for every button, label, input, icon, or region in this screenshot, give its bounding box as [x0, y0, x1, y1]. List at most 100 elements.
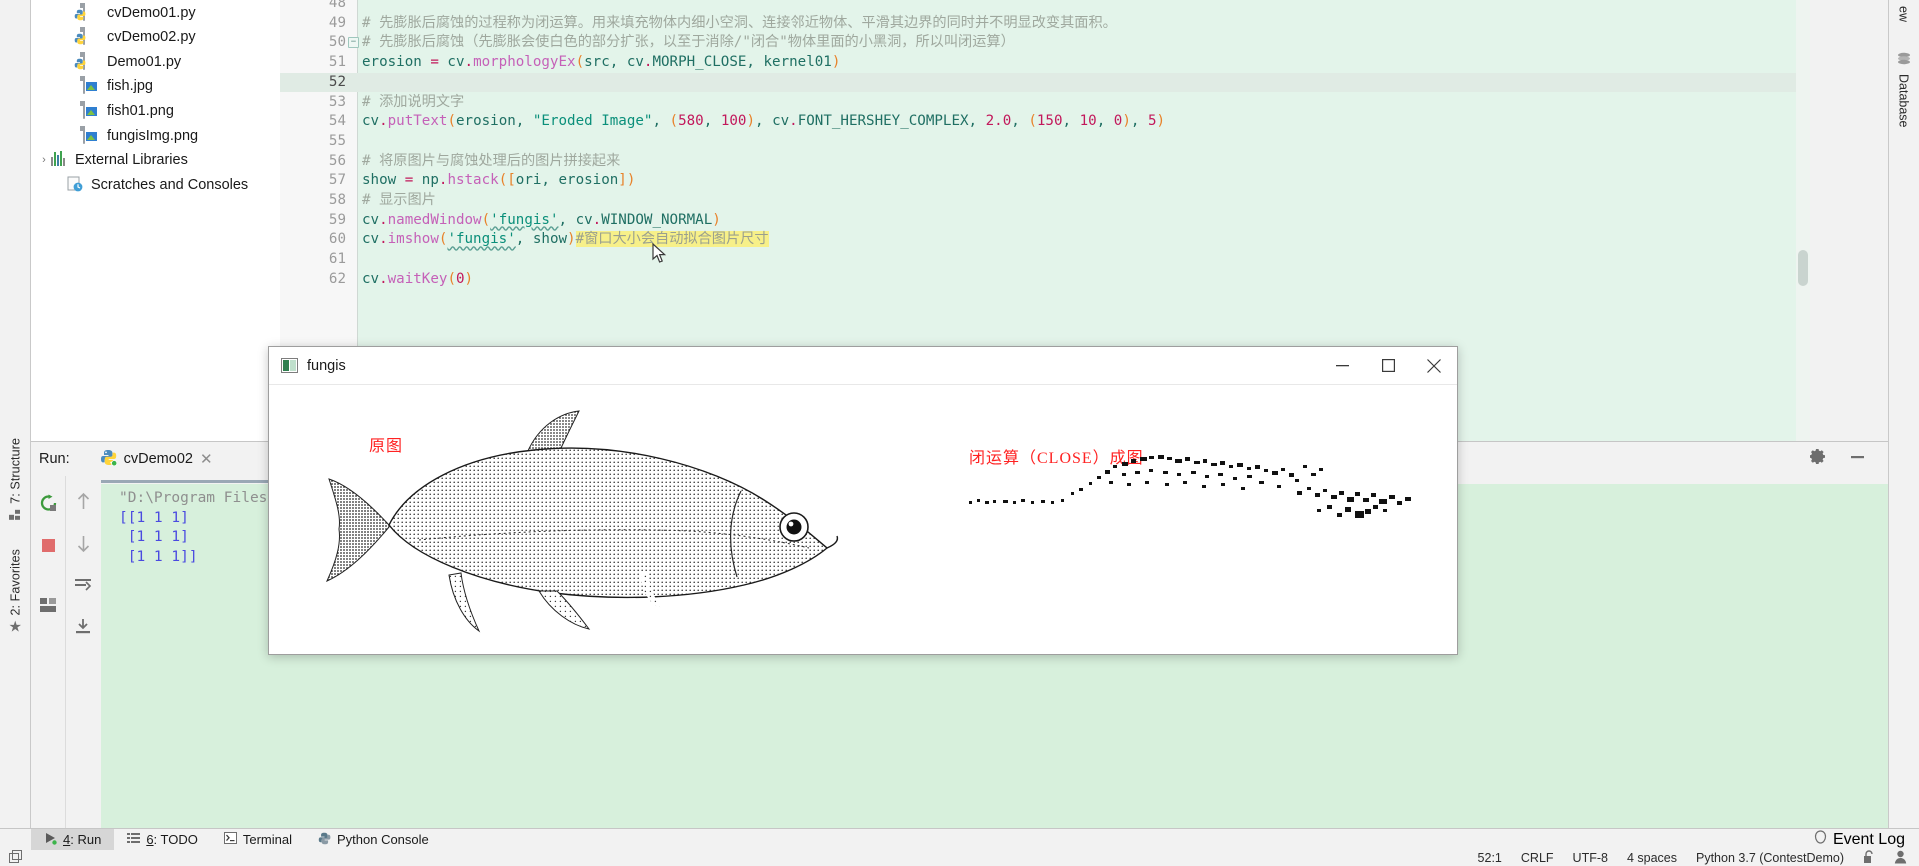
code-line[interactable]: 61	[280, 250, 1810, 270]
arrow-down-button[interactable]	[66, 526, 100, 560]
line-number: 49	[328, 14, 346, 31]
tree-item[interactable]: fish.jpg	[69, 74, 153, 99]
rerun-button[interactable]	[31, 486, 65, 520]
close-result-image	[969, 455, 1411, 518]
code-token: 10	[1079, 113, 1097, 130]
code-token: .	[592, 211, 602, 228]
code-line[interactable]: 62 cv.waitKey(0)	[280, 270, 1810, 290]
tool-window-python-console[interactable]: Python Console	[305, 829, 442, 851]
code-line[interactable]: 53 # 添加说明文字	[280, 93, 1810, 113]
code-token: # 先膨胀后腐蚀的过程称为闭运算。用来填充物体内细小空洞、连接邻近物体、平滑其边…	[362, 14, 1117, 31]
run-icon	[44, 832, 57, 848]
fungis-title-bar[interactable]: fungis	[269, 347, 1457, 385]
code-line[interactable]: 51 erosion = cv.morphologyEx(src, cv.MORP…	[280, 53, 1810, 73]
tool-window-run[interactable]: 4: Run	[31, 828, 115, 851]
ide-window: 7: Structure ★ 2: Favorites ew Database …	[0, 0, 1919, 866]
minimize-icon[interactable]	[1849, 448, 1866, 470]
tree-item[interactable]: Scratches and Consoles	[53, 172, 248, 197]
scratches-icon	[67, 176, 85, 194]
code-line[interactable]: 56 # 将原图片与腐蚀处理后的图片拼接起来	[280, 152, 1810, 172]
file-encoding[interactable]: UTF-8	[1573, 851, 1608, 865]
maximize-window-button[interactable]	[1365, 347, 1411, 385]
python-interpreter[interactable]: Python 3.7 (ContestDemo)	[1696, 851, 1844, 865]
tree-item[interactable]: cvDemo01.py	[69, 0, 196, 25]
tree-item[interactable]: cvDemo02.py	[69, 25, 196, 50]
library-icon	[51, 151, 69, 169]
editor-scrollbar-thumb[interactable]	[1798, 250, 1808, 286]
code-token: (	[447, 270, 456, 287]
project-tree-panel: cvDemo01.py cvDemo02.py Demo01.py fish.jp…	[31, 0, 280, 441]
code-line[interactable]: 60 cv.imshow('fungis', show)#窗口大小会自动拟合图片尺…	[280, 230, 1810, 250]
code-token: np	[413, 172, 439, 189]
code-fold-icon[interactable]: −	[348, 37, 359, 49]
code-line[interactable]: 58 # 显示图片	[280, 191, 1810, 211]
code-token: =	[404, 172, 414, 189]
sidebar-item-structure[interactable]: 7: Structure	[0, 434, 31, 529]
chevron-right-icon[interactable]: ›	[37, 154, 51, 166]
code-token: )	[746, 113, 755, 130]
run-tab-cvdemo02[interactable]: cvDemo02 ✕	[100, 449, 213, 470]
tree-item-label: fish.jpg	[107, 78, 153, 95]
mouse-cursor	[652, 242, 668, 270]
code-line[interactable]: 55	[280, 132, 1810, 152]
code-line[interactable]: 48	[280, 0, 1810, 14]
code-token: ,	[652, 113, 670, 130]
unlock-icon[interactable]	[1863, 849, 1875, 866]
code-line[interactable]: 54 cv.putText(erosion, "Eroded Image", (5…	[280, 112, 1810, 132]
minimize-window-button[interactable]	[1319, 347, 1365, 385]
code-token: show	[362, 172, 405, 189]
indent-setting[interactable]: 4 spaces	[1627, 851, 1677, 865]
sidebar-item-view[interactable]: ew	[1888, 2, 1919, 26]
tree-item-label: cvDemo02.py	[107, 29, 196, 46]
status-bar-icon[interactable]	[0, 849, 23, 866]
tree-item[interactable]: Demo01.py	[69, 49, 181, 74]
fungis-window[interactable]: fungis 原图 闭运算（CLOSE）成图	[268, 346, 1458, 655]
gear-icon[interactable]	[1810, 448, 1827, 470]
image-file-icon	[83, 125, 101, 145]
tree-item-label: External Libraries	[75, 152, 188, 169]
python-file-icon	[74, 2, 101, 22]
tree-item[interactable]: fish01.png	[69, 98, 174, 123]
line-number: 57	[328, 172, 346, 189]
code-token: .	[379, 211, 388, 228]
caret-position[interactable]: 52:1	[1478, 851, 1502, 865]
code-token: )	[712, 211, 721, 228]
line-separator[interactable]: CRLF	[1521, 851, 1554, 865]
status-bar: 52:1 CRLF UTF-8 4 spaces Python 3.7 (Con…	[0, 849, 1919, 866]
event-log-label: Event Log	[1832, 830, 1905, 848]
arrow-up-button[interactable]	[66, 484, 100, 518]
scroll-to-end-button[interactable]	[66, 610, 100, 644]
code-token: (	[1028, 113, 1037, 130]
tool-window-todo[interactable]: 6: TODO	[114, 829, 211, 851]
code-token: 100	[720, 113, 747, 130]
original-fish-image	[289, 405, 869, 654]
tree-item[interactable]: › External Libraries	[37, 148, 188, 173]
status-bar-right: 52:1 CRLF UTF-8 4 spaces Python 3.7 (Con…	[1478, 849, 1919, 866]
close-window-button[interactable]	[1411, 347, 1457, 385]
sidebar-item-structure-label: 7: Structure	[8, 438, 23, 504]
code-line[interactable]: 50− # 先膨胀后腐蚀（先膨胀会使白色的部分扩张，以至于消除/"闭合"物体里面的…	[280, 33, 1810, 53]
event-log-icon	[1814, 830, 1827, 849]
soft-wrap-button[interactable]	[66, 566, 100, 600]
code-token: cv	[362, 113, 380, 130]
code-line[interactable]: 59 cv.namedWindow('fungis', cv.WINDOW_NOR…	[280, 211, 1810, 231]
python-run-icon	[100, 449, 117, 470]
tool-window-terminal[interactable]: Terminal	[211, 829, 305, 851]
todo-icon	[127, 832, 141, 847]
user-icon[interactable]	[1894, 850, 1907, 866]
event-log-button[interactable]: Event Log	[1814, 830, 1919, 849]
layout-button[interactable]	[31, 588, 65, 622]
code-line[interactable]: 52	[280, 72, 1810, 93]
code-token: MORPH_CLOSE, kernel01	[652, 54, 832, 71]
sidebar-item-view-label: ew	[1896, 6, 1911, 22]
close-icon[interactable]: ✕	[200, 450, 213, 468]
code-line[interactable]: 57 show = np.hstack([ori, erosion])	[280, 171, 1810, 191]
editor-scrollbar[interactable]	[1796, 0, 1810, 441]
stop-button[interactable]	[31, 528, 65, 562]
line-number: 60	[328, 231, 346, 248]
code-line[interactable]: 49 # 先膨胀后腐蚀的过程称为闭运算。用来填充物体内细小空洞、连接邻近物体、平滑…	[280, 14, 1810, 34]
tree-item[interactable]: fungisImg.png	[69, 123, 198, 148]
sidebar-item-database[interactable]: Database	[1888, 48, 1919, 132]
code-token: 580	[678, 113, 704, 130]
sidebar-item-favorites[interactable]: ★ 2: Favorites	[0, 545, 31, 638]
